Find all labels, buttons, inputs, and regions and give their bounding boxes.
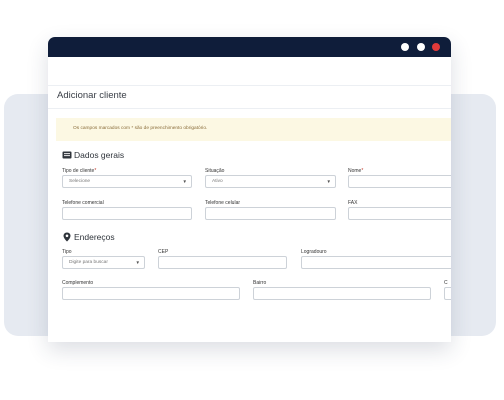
cutoff-input[interactable] (444, 287, 451, 300)
window-close-dot-icon[interactable] (432, 43, 440, 51)
label-cep: CEP (158, 249, 169, 255)
situacao-select[interactable]: Ativo ▼ (205, 175, 336, 188)
page-header: Adicionar cliente (48, 85, 451, 109)
window-dot-icon[interactable] (417, 43, 425, 51)
dropdown-caret-icon: ▼ (182, 179, 187, 184)
tipo-cliente-value: Selecione (69, 179, 91, 184)
situacao-value: Ativo (212, 179, 223, 184)
window-titlebar (48, 37, 451, 57)
dropdown-caret-icon: ▼ (135, 260, 140, 265)
tipo-cliente-select[interactable]: Selecione ▼ (62, 175, 192, 188)
label-tipo: Tipo (62, 249, 72, 255)
cep-input[interactable] (158, 256, 287, 269)
section-title-address: Endereços (74, 232, 115, 242)
label-logradouro: Logradouro (301, 249, 327, 255)
label-situacao: Situação (205, 168, 225, 174)
tipo-placeholder: Digite para buscar (69, 260, 108, 265)
telefone-celular-input[interactable] (205, 207, 336, 220)
id-card-icon (62, 151, 72, 159)
fax-input[interactable] (348, 207, 451, 220)
label-tipo-cliente: Tipo de cliente* (62, 168, 97, 174)
complemento-input[interactable] (62, 287, 240, 300)
app-window: Adicionar cliente Os campos marcados com… (48, 37, 451, 342)
label-complemento: Complemento (62, 280, 94, 286)
form-content: Adicionar cliente Os campos marcados com… (48, 57, 451, 342)
map-marker-icon (63, 232, 71, 242)
alert-text: Os campos marcados com * são de preenchi… (73, 126, 208, 131)
label-nome: Nome* (348, 168, 364, 174)
page-title: Adicionar cliente (57, 90, 127, 101)
nome-input[interactable] (348, 175, 451, 188)
telefone-comercial-input[interactable] (62, 207, 192, 220)
tipo-search-select[interactable]: Digite para buscar ▼ (62, 256, 145, 269)
dropdown-caret-icon: ▼ (326, 179, 331, 184)
label-fax: FAX (348, 200, 358, 206)
section-title-general: Dados gerais (74, 150, 125, 160)
logradouro-input[interactable] (301, 256, 451, 269)
label-cutoff: C (444, 280, 448, 286)
required-fields-alert: Os campos marcados com * são de preenchi… (56, 118, 451, 141)
bairro-input[interactable] (253, 287, 431, 300)
label-bairro: Bairro (253, 280, 267, 286)
window-dot-icon[interactable] (401, 43, 409, 51)
label-telefone-comercial: Telefone comercial (62, 200, 104, 206)
label-telefone-celular: Telefone celular (205, 200, 241, 206)
